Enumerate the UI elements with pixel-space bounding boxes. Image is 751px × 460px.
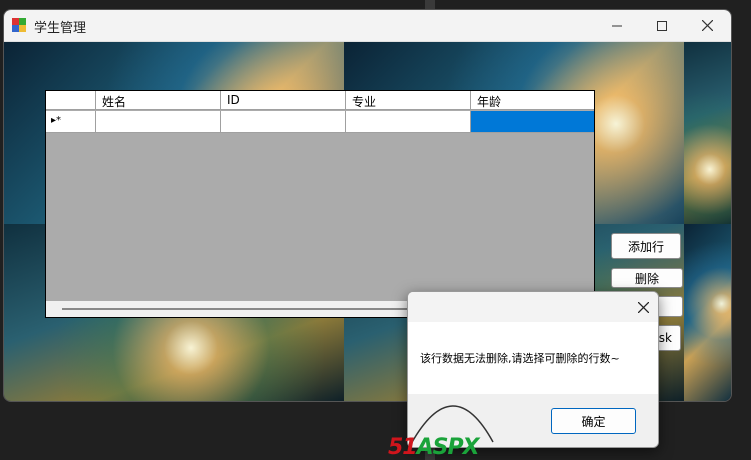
cell-id[interactable]	[221, 111, 346, 133]
background-tile	[684, 224, 731, 401]
window-title: 学生管理	[34, 21, 87, 36]
maximize-icon	[657, 20, 667, 31]
close-button[interactable]	[684, 10, 730, 41]
dialog-title-bar	[408, 292, 658, 322]
column-header-age[interactable]: 年龄	[471, 91, 594, 110]
maximize-button[interactable]	[639, 10, 685, 41]
minimize-button[interactable]	[594, 10, 640, 41]
app-icon	[12, 18, 26, 32]
add-row-button[interactable]: 添加行	[611, 233, 681, 259]
column-header-id[interactable]: ID	[221, 91, 346, 110]
delete-button[interactable]: 删除	[611, 268, 683, 288]
scrollbar-thumb[interactable]	[62, 308, 422, 310]
row-header-new-row[interactable]: ▸*	[46, 111, 96, 133]
ok-button[interactable]: 确定	[551, 408, 636, 434]
watermark-logo: 51ASPX	[388, 435, 480, 460]
title-bar: 学生管理	[4, 10, 731, 42]
student-data-grid[interactable]: 姓名 ID 专业 年龄 ▸*	[45, 90, 595, 318]
partial-button-label: sk	[658, 331, 672, 345]
cell-age-selected[interactable]	[471, 111, 594, 133]
row-header-corner	[46, 91, 96, 110]
background-tile	[684, 42, 731, 224]
new-row-marker: ▸*	[51, 115, 62, 126]
close-icon	[701, 20, 713, 31]
column-header-major[interactable]: 专业	[346, 91, 471, 110]
message-dialog: 该行数据无法删除,请选择可删除的行数~ 确定	[407, 291, 659, 448]
minimize-icon	[612, 25, 622, 26]
cell-major[interactable]	[346, 111, 471, 133]
dialog-message: 该行数据无法删除,请选择可删除的行数~	[420, 352, 620, 365]
close-icon	[637, 301, 649, 313]
dialog-close-button[interactable]	[628, 292, 658, 322]
column-header-name[interactable]: 姓名	[96, 91, 221, 110]
cell-name[interactable]	[96, 111, 221, 133]
